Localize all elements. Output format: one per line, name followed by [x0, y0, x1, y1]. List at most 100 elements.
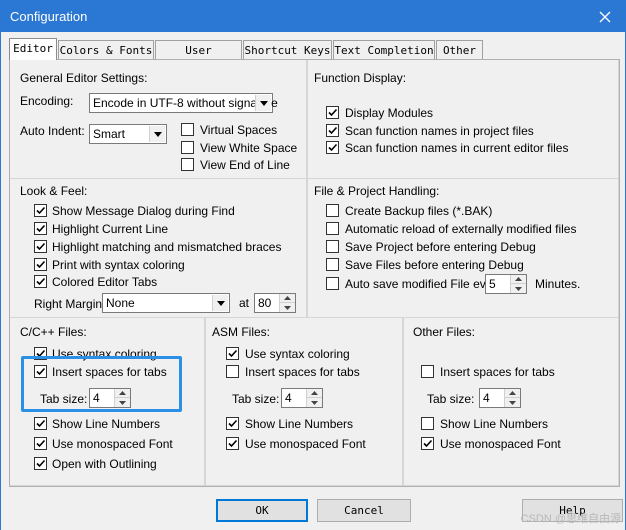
create-backup-label: Create Backup files (*.BAK): [345, 204, 493, 218]
chevron-down-icon[interactable]: [212, 295, 228, 311]
scan-project-checkbox[interactable]: [326, 124, 339, 137]
other-insert-spaces-label: Insert spaces for tabs: [440, 365, 555, 379]
other-show-line-numbers-checkbox[interactable]: [421, 417, 434, 430]
tab-other[interactable]: Other: [436, 40, 483, 60]
highlight-line-checkbox[interactable]: [34, 222, 47, 235]
title-bar: Configuration: [1, 1, 625, 32]
file-project-group: File & Project Handling: Create Backup f…: [307, 179, 619, 318]
configuration-dialog: Configuration Editor Colors & Fonts User…: [0, 0, 626, 530]
other-tab-size-label: Tab size:: [427, 392, 475, 406]
view-white-space-label: View White Space: [200, 141, 298, 155]
spin-down-icon[interactable]: [280, 303, 295, 312]
spin-down-icon[interactable]: [307, 398, 322, 407]
spin-down-icon[interactable]: [505, 398, 520, 407]
asm-tab-size-value: 4: [285, 391, 292, 405]
scan-current-checkbox[interactable]: [326, 141, 339, 154]
show-message-label: Show Message Dialog during Find: [52, 204, 235, 218]
cpp-monospaced-checkbox[interactable]: [34, 437, 47, 450]
file-project-heading: File & Project Handling:: [314, 184, 440, 198]
auto-reload-checkbox[interactable]: [326, 222, 339, 235]
stepper-buttons: [279, 294, 295, 312]
minutes-label: Minutes.: [535, 277, 581, 291]
watermark: CSDN @思维自由源: [520, 513, 621, 525]
save-files-label: Save Files before entering Debug: [345, 258, 524, 272]
print-syntax-checkbox[interactable]: [34, 258, 47, 271]
spin-up-icon[interactable]: [505, 389, 520, 398]
editor-panel: General Editor Settings: Encoding: Encod…: [9, 59, 620, 487]
create-backup-checkbox[interactable]: [326, 204, 339, 217]
right-margin-column-value: 80: [258, 296, 272, 310]
asm-use-syntax-checkbox[interactable]: [226, 347, 239, 360]
asm-show-line-numbers-checkbox[interactable]: [226, 417, 239, 430]
look-feel-heading: Look & Feel:: [20, 184, 88, 198]
cpp-monospaced-label: Use monospaced Font: [52, 437, 173, 451]
tab-colors-fonts[interactable]: Colors & Fonts: [58, 40, 154, 60]
asm-insert-spaces-checkbox[interactable]: [226, 365, 239, 378]
auto-save-label: Auto save modified File every: [345, 277, 503, 291]
window-title: Configuration: [10, 9, 88, 24]
scan-current-label: Scan function names in current editor fi…: [345, 141, 569, 155]
right-margin-column-stepper[interactable]: 80: [254, 293, 296, 313]
spin-up-icon[interactable]: [307, 389, 322, 398]
other-tab-size-value: 4: [483, 391, 490, 405]
highlight-braces-checkbox[interactable]: [34, 240, 47, 253]
auto-indent-select[interactable]: Smart: [89, 124, 167, 144]
chevron-down-icon[interactable]: [255, 95, 271, 111]
stepper-buttons: [504, 389, 520, 407]
chevron-down-icon[interactable]: [149, 126, 165, 142]
other-tab-size-stepper[interactable]: 4: [479, 388, 521, 408]
auto-save-minutes-stepper[interactable]: 5: [485, 274, 527, 294]
asm-monospaced-checkbox[interactable]: [226, 437, 239, 450]
highlight-braces-label: Highlight matching and mismatched braces: [52, 240, 282, 254]
encoding-select[interactable]: Encode in UTF-8 without signature: [89, 93, 278, 113]
colored-tabs-checkbox[interactable]: [34, 275, 47, 288]
tab-user-keywords[interactable]: User Keywords: [155, 40, 242, 70]
virtual-spaces-label: Virtual Spaces: [200, 123, 278, 137]
spin-down-icon[interactable]: [511, 284, 526, 293]
auto-save-minutes-value: 5: [489, 277, 496, 291]
stepper-buttons: [510, 275, 526, 293]
save-project-label: Save Project before entering Debug: [345, 240, 536, 254]
right-margin-label: Right Margin:: [34, 297, 106, 311]
spin-up-icon[interactable]: [511, 275, 526, 284]
highlight-line-label: Highlight Current Line: [52, 222, 169, 236]
auto-reload-label: Automatic reload of externally modified …: [345, 222, 577, 236]
show-message-checkbox[interactable]: [34, 204, 47, 217]
function-display-group: Function Display: Display Modules Scan f…: [307, 60, 619, 179]
cancel-button[interactable]: Cancel: [317, 499, 411, 522]
close-icon[interactable]: [585, 1, 625, 32]
other-heading: Other Files:: [413, 325, 476, 339]
display-modules-label: Display Modules: [345, 106, 434, 120]
encoding-label: Encoding:: [20, 94, 74, 108]
other-monospaced-checkbox[interactable]: [421, 437, 434, 450]
auto-save-checkbox[interactable]: [326, 277, 339, 290]
spin-up-icon[interactable]: [280, 294, 295, 303]
view-white-space-checkbox[interactable]: [181, 141, 194, 154]
right-margin-select[interactable]: None: [102, 293, 230, 313]
auto-indent-label: Auto Indent:: [20, 124, 85, 138]
cpp-heading: C/C++ Files:: [20, 325, 87, 339]
colored-tabs-label: Colored Editor Tabs: [52, 275, 158, 289]
display-modules-checkbox[interactable]: [326, 106, 339, 119]
virtual-spaces-checkbox[interactable]: [181, 123, 194, 136]
other-files-group: Other Files: Insert spaces for tabs Tab …: [403, 318, 619, 486]
other-insert-spaces-checkbox[interactable]: [421, 365, 434, 378]
encoding-value: Encode in UTF-8 without signature: [93, 96, 278, 110]
tab-shortcut-keys[interactable]: Shortcut Keys: [243, 40, 332, 60]
scan-project-label: Scan function names in project files: [345, 124, 534, 138]
general-heading: General Editor Settings:: [20, 71, 148, 85]
asm-tab-size-stepper[interactable]: 4: [281, 388, 323, 408]
print-syntax-label: Print with syntax coloring: [52, 258, 185, 272]
tab-editor[interactable]: Editor: [9, 38, 57, 60]
tab-text-completion[interactable]: Text Completion: [333, 40, 435, 60]
view-end-of-line-checkbox[interactable]: [181, 158, 194, 171]
other-monospaced-label: Use monospaced Font: [440, 437, 561, 451]
ok-button[interactable]: OK: [216, 499, 308, 522]
cpp-outlining-label: Open with Outlining: [52, 457, 157, 471]
asm-monospaced-label: Use monospaced Font: [245, 437, 366, 451]
asm-use-syntax-label: Use syntax coloring: [245, 347, 350, 361]
cpp-show-line-numbers-checkbox[interactable]: [34, 417, 47, 430]
save-files-checkbox[interactable]: [326, 258, 339, 271]
cpp-outlining-checkbox[interactable]: [34, 457, 47, 470]
save-project-checkbox[interactable]: [326, 240, 339, 253]
